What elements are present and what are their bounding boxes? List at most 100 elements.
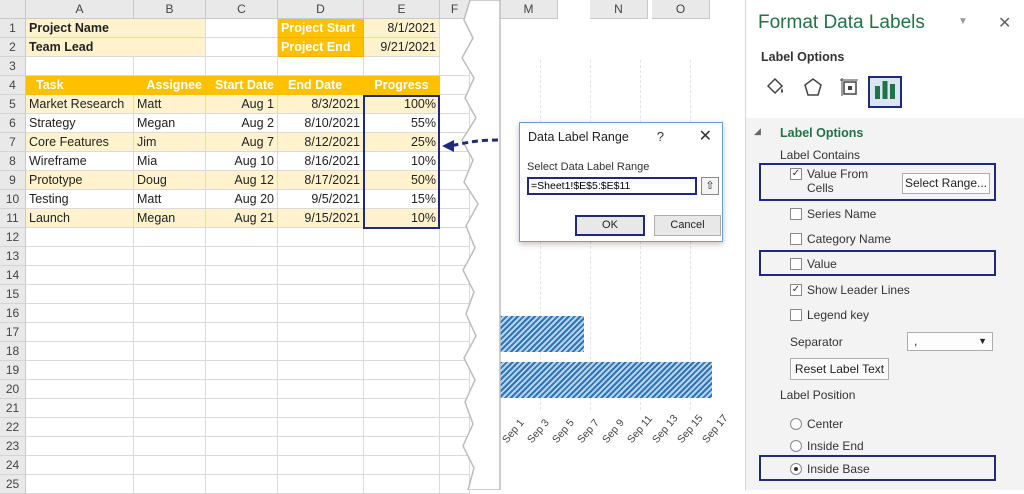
fill-line-icon[interactable] <box>758 76 792 108</box>
header-progress[interactable]: Progress <box>364 76 440 95</box>
center-radio[interactable] <box>790 418 802 430</box>
row-header[interactable]: 16 <box>0 304 26 323</box>
empty-cell[interactable] <box>206 380 278 399</box>
close-icon[interactable]: ✕ <box>998 13 1011 33</box>
task-cell[interactable]: 8/10/2021 <box>278 114 364 133</box>
column-header-o[interactable]: O <box>652 0 710 19</box>
empty-cell[interactable] <box>206 323 278 342</box>
task-cell[interactable]: Megan <box>134 114 206 133</box>
empty-cell[interactable] <box>26 247 134 266</box>
empty-cell[interactable] <box>278 418 364 437</box>
row-header[interactable]: 17 <box>0 323 26 342</box>
empty-cell[interactable] <box>364 475 440 494</box>
row-header[interactable]: 19 <box>0 361 26 380</box>
series-name-label[interactable]: Series Name <box>807 207 876 221</box>
task-cell[interactable]: Aug 2 <box>206 114 278 133</box>
empty-cell[interactable] <box>134 304 206 323</box>
inside-end-radio[interactable] <box>790 440 802 452</box>
empty-cell[interactable] <box>364 247 440 266</box>
row-header[interactable]: 25 <box>0 475 26 494</box>
task-cell[interactable]: 8/3/2021 <box>278 95 364 114</box>
row-header[interactable]: 13 <box>0 247 26 266</box>
ok-button[interactable]: OK <box>575 215 645 236</box>
empty-cell[interactable] <box>364 285 440 304</box>
value-label[interactable]: Value <box>807 257 837 271</box>
empty-cell[interactable] <box>278 266 364 285</box>
row-header[interactable]: 20 <box>0 380 26 399</box>
task-cell[interactable]: Matt <box>134 95 206 114</box>
column-header-c[interactable]: C <box>206 0 278 19</box>
collapse-triangle-icon[interactable]: ◢ <box>754 126 761 137</box>
empty-cell[interactable] <box>364 266 440 285</box>
task-cell[interactable]: 8/17/2021 <box>278 171 364 190</box>
range-input[interactable] <box>527 177 697 195</box>
section-title[interactable]: Label Options <box>780 126 863 140</box>
empty-cell[interactable] <box>278 380 364 399</box>
select-range-button[interactable]: Select Range... <box>902 173 990 194</box>
empty-cell[interactable] <box>26 380 134 399</box>
collapse-dialog-icon[interactable]: ⇧ <box>701 177 719 195</box>
legend-key-checkbox[interactable] <box>790 309 802 321</box>
header-task[interactable]: Task <box>26 76 78 95</box>
legend-key-label[interactable]: Legend key <box>807 308 869 322</box>
cancel-button[interactable]: Cancel <box>654 215 721 236</box>
empty-cell[interactable] <box>364 342 440 361</box>
empty-cell[interactable] <box>134 323 206 342</box>
task-cell[interactable]: Wireframe <box>26 152 134 171</box>
empty-cell[interactable] <box>206 285 278 304</box>
empty-cell[interactable] <box>26 418 134 437</box>
empty-cell[interactable] <box>206 304 278 323</box>
empty-cell[interactable] <box>206 342 278 361</box>
row-header[interactable]: 4 <box>0 76 26 95</box>
empty-cell[interactable] <box>134 361 206 380</box>
empty-cell[interactable] <box>206 418 278 437</box>
task-cell[interactable]: Mia <box>134 152 206 171</box>
task-cell[interactable]: Jim <box>134 133 206 152</box>
empty-cell[interactable] <box>278 228 364 247</box>
project-name-label[interactable]: Project Name <box>26 19 206 38</box>
column-header-b[interactable]: B <box>134 0 206 19</box>
empty-cell[interactable] <box>134 418 206 437</box>
project-start-label[interactable]: Project Start <box>278 19 364 38</box>
series-name-checkbox[interactable] <box>790 208 802 220</box>
value-from-cells-label[interactable]: Value From Cells <box>807 167 868 195</box>
row-header[interactable]: 2 <box>0 38 26 57</box>
task-cell[interactable]: Aug 7 <box>206 133 278 152</box>
empty-cell[interactable] <box>26 437 134 456</box>
empty-cell[interactable] <box>26 342 134 361</box>
row-header[interactable]: 8 <box>0 152 26 171</box>
task-cell[interactable]: 8/12/2021 <box>278 133 364 152</box>
separator-dropdown[interactable]: , ▼ <box>907 332 993 351</box>
column-header-n[interactable]: N <box>590 0 648 19</box>
help-icon[interactable]: ? <box>657 123 664 151</box>
chevron-down-icon[interactable]: ▼ <box>958 16 968 27</box>
team-lead-value[interactable] <box>206 38 278 57</box>
row-header[interactable]: 12 <box>0 228 26 247</box>
row-header[interactable]: 6 <box>0 114 26 133</box>
empty-cell[interactable] <box>206 437 278 456</box>
row-header[interactable]: 22 <box>0 418 26 437</box>
empty-cell[interactable] <box>134 266 206 285</box>
task-cell[interactable]: Megan <box>134 209 206 228</box>
empty-cell[interactable] <box>26 323 134 342</box>
empty-cell[interactable] <box>134 342 206 361</box>
project-end-label[interactable]: Project End <box>278 38 364 57</box>
row-header[interactable]: 15 <box>0 285 26 304</box>
empty-cell[interactable] <box>206 57 278 76</box>
empty-cell[interactable] <box>134 456 206 475</box>
empty-cell[interactable] <box>26 266 134 285</box>
inside-end-label[interactable]: Inside End <box>807 439 864 453</box>
project-name-value[interactable] <box>206 19 278 38</box>
empty-cell[interactable] <box>278 437 364 456</box>
empty-cell[interactable] <box>364 380 440 399</box>
show-leader-lines-label[interactable]: Show Leader Lines <box>807 283 910 297</box>
empty-cell[interactable] <box>26 475 134 494</box>
label-options-icon[interactable] <box>868 76 902 108</box>
row-header[interactable]: 14 <box>0 266 26 285</box>
task-cell[interactable]: Aug 21 <box>206 209 278 228</box>
empty-cell[interactable] <box>364 361 440 380</box>
value-from-cells-checkbox[interactable]: ✓ <box>790 168 802 180</box>
empty-cell[interactable] <box>26 228 134 247</box>
task-cell[interactable]: Matt <box>134 190 206 209</box>
empty-cell[interactable] <box>364 399 440 418</box>
